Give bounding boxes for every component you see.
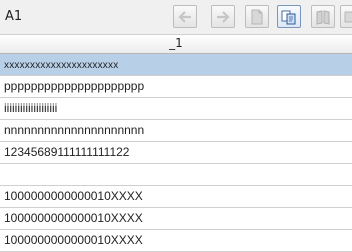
column-header-label: _1: [169, 36, 183, 50]
arrow-left-icon: [178, 11, 191, 23]
toolbar: A1: [0, 0, 352, 35]
cell-value: 1000000000000010XXXX: [4, 211, 143, 225]
document-button[interactable]: [245, 5, 269, 28]
table-row[interactable]: ppppppppppppppppppppp: [0, 76, 352, 98]
book-button[interactable]: [311, 5, 335, 28]
cell-reference-label: A1: [5, 9, 23, 24]
column-header[interactable]: _1: [0, 35, 352, 54]
table-row[interactable]: 1000000000000010XXXX: [0, 186, 352, 208]
cell-value: 12345689111111111122: [4, 145, 130, 159]
document-icon: [251, 9, 263, 25]
cell-value: xxxxxxxxxxxxxxxxxxxxxx: [4, 60, 119, 71]
data-grid[interactable]: _1 xxxxxxxxxxxxxxxxxxxxxx pppppppppppppp…: [0, 35, 352, 252]
cell-value: nnnnnnnnnnnnnnnnnnnnn: [4, 123, 145, 137]
book-icon: [316, 10, 330, 25]
table-row[interactable]: 1000000000000010XXXX: [0, 230, 352, 252]
cell-value: 1000000000000010XXXX: [4, 189, 143, 203]
table-row[interactable]: xxxxxxxxxxxxxxxxxxxxxx: [0, 54, 352, 76]
table-row[interactable]: iiiiiiiiiiiiiiiiiiii: [0, 98, 352, 120]
cell-value: iiiiiiiiiiiiiiiiiiii: [4, 101, 58, 115]
table-row[interactable]: 1000000000000010XXXX: [0, 208, 352, 230]
table-row[interactable]: 12345689111111111122: [0, 142, 352, 164]
table-row[interactable]: nnnnnnnnnnnnnnnnnnnnn: [0, 120, 352, 142]
forward-arrow-button[interactable]: [211, 5, 235, 28]
copy-icon: [281, 10, 296, 25]
export-button[interactable]: [340, 5, 352, 28]
table-row[interactable]: [0, 164, 352, 186]
cell-value: 1000000000000010XXXX: [4, 233, 143, 247]
back-arrow-button[interactable]: [173, 5, 197, 28]
copy-button[interactable]: [277, 5, 301, 28]
arrow-right-icon: [217, 11, 230, 23]
export-icon: [344, 11, 352, 23]
cell-value: ppppppppppppppppppppp: [4, 79, 145, 93]
